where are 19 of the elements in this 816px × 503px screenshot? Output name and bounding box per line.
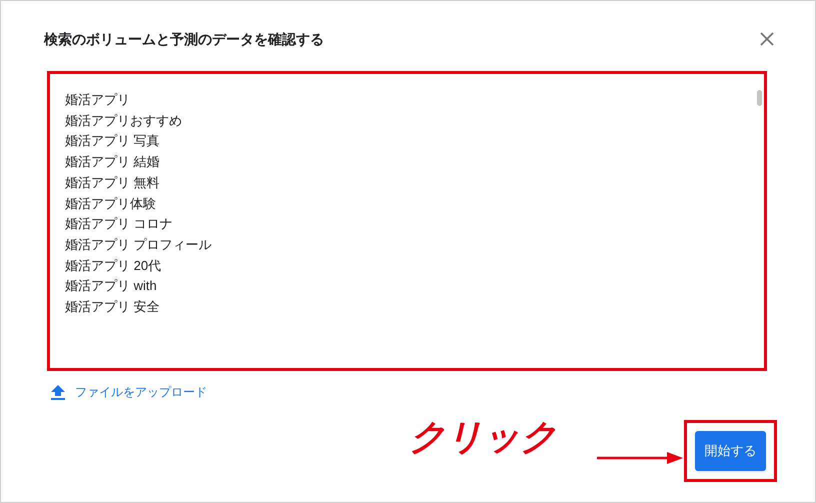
annotation-text: クリック [409, 419, 557, 455]
keyword-line: 婚活アプリ プロフィール [65, 236, 212, 254]
close-icon[interactable] [759, 31, 775, 47]
dialog-title: 検索のボリュームと予測のデータを確認する [44, 30, 324, 49]
keyword-line: 婚活アプリ 安全 [65, 298, 160, 316]
keyword-line: 婚活アプリ with [65, 277, 157, 296]
keyword-line: 婚活アプリ体験 [65, 194, 156, 213]
scrollbar-thumb[interactable] [757, 90, 762, 106]
keyword-line: 婚活アプリ コロナ [65, 215, 173, 234]
keyword-line: 婚活アプリ [65, 91, 130, 109]
start-button[interactable]: 開始する [695, 431, 766, 471]
keyword-line: 婚活アプリ 結婚 [65, 153, 160, 172]
keyword-input-field[interactable]: 婚活アプリ 婚活アプリおすすめ 婚活アプリ 写真 婚活アプリ 結婚 婚活アプリ 無料 婚活アプリ体験 婚活アプリ コロナ 婚活アプリ プロフィール 婚活アプリ 20代 婚活アプリ with 婚活アプリ 安全 [50, 74, 764, 368]
keyword-line: 婚活アプリ 無料 [65, 174, 160, 192]
upload-link[interactable]: ファイルをアップロード [75, 383, 207, 401]
upload-icon [51, 384, 65, 400]
keyword-line: 婚活アプリ 写真 [65, 132, 160, 150]
keyword-line: 婚活アプリ 20代 [65, 256, 162, 275]
keyword-line: 婚活アプリおすすめ [65, 112, 182, 130]
